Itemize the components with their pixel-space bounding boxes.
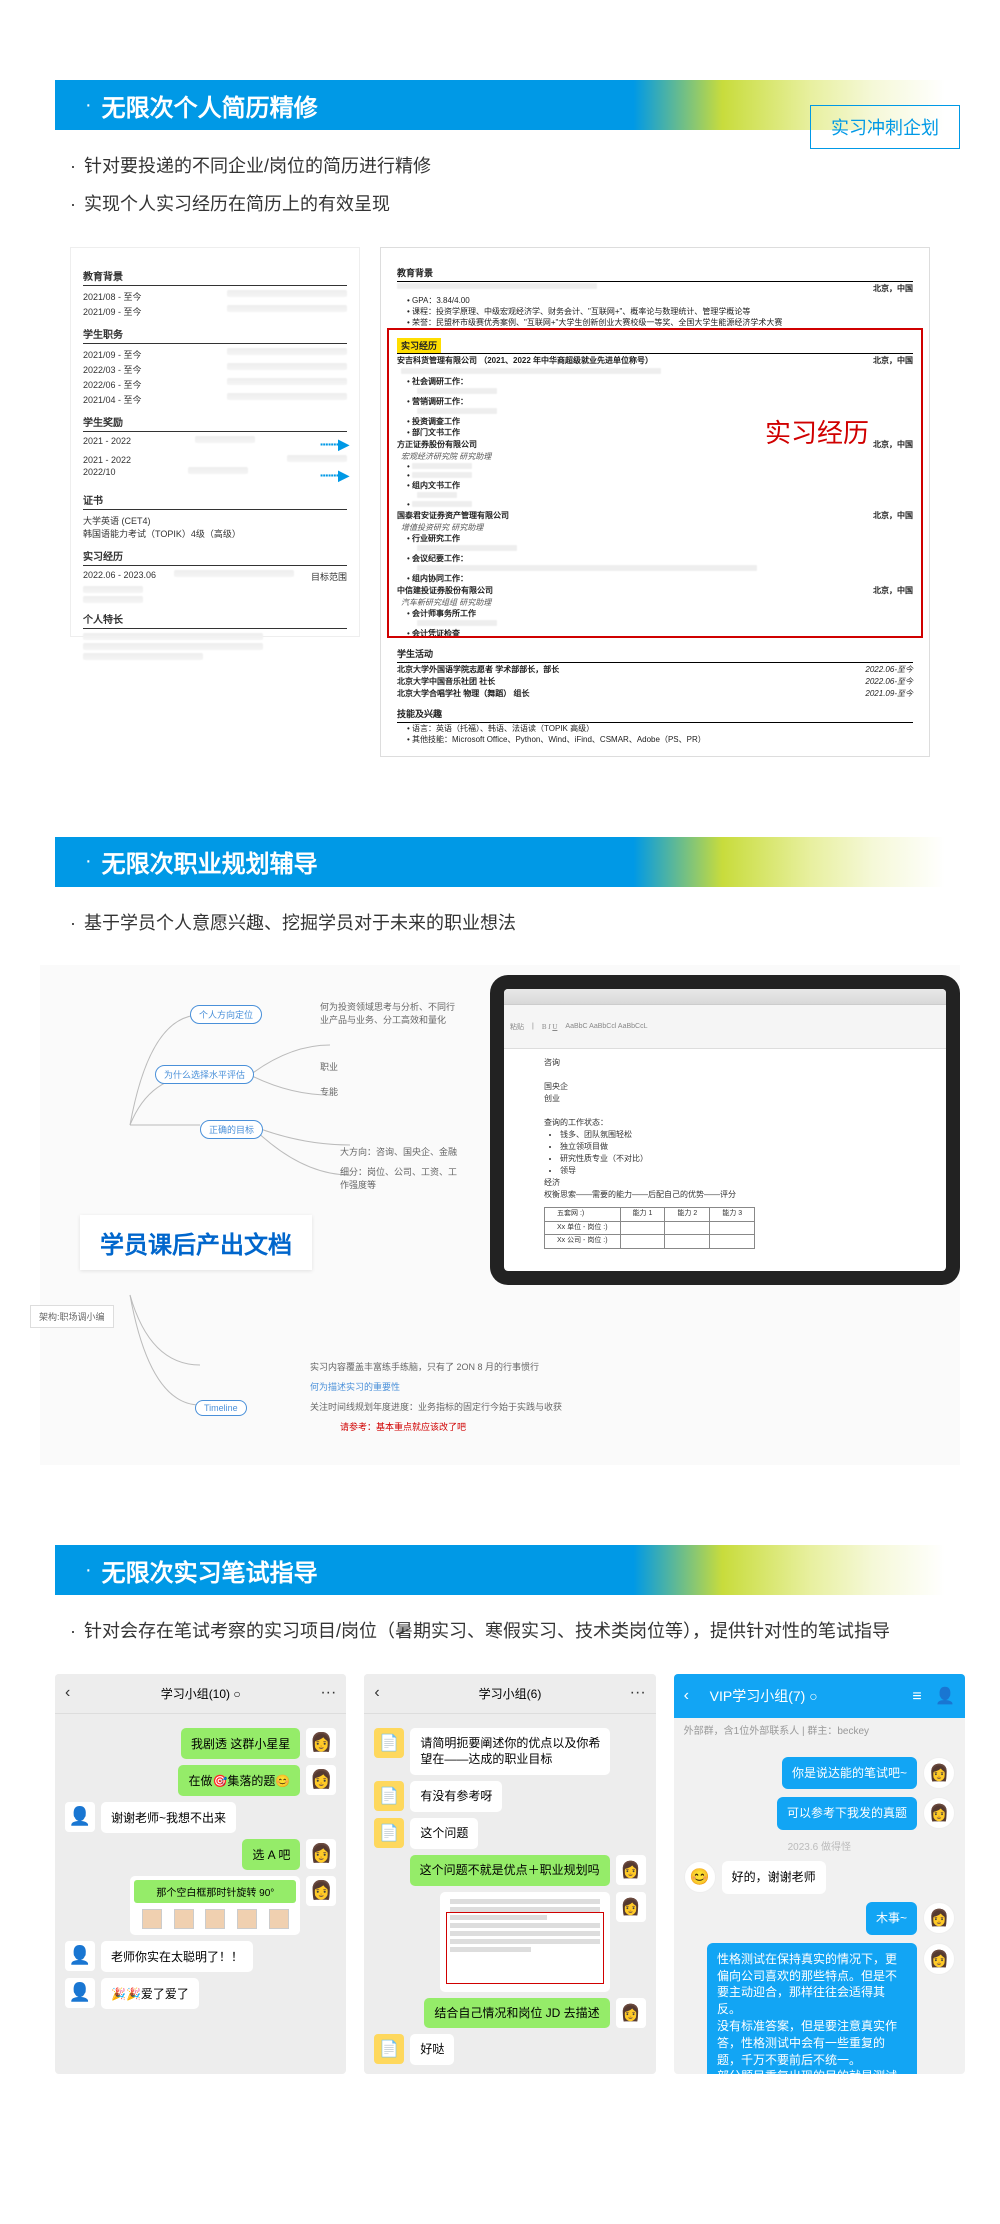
chat-screenshot-1: ‹ 学习小组(10) ○ ··· 👩我剧透 这群小星星 👩在做🎯集落的题😊 👤谢… — [55, 1674, 346, 2074]
small-tag: 架构:职场调小编 — [30, 1305, 114, 1328]
laptop-doc: 咨询 国央企 创业 查询的工作状态： 钱多、团队氛围轻松 独立领项目做 研究性质… — [504, 1049, 946, 1257]
bullet: ·针对要投递的不同企业/岗位的简历进行精修 — [70, 150, 930, 182]
section-title: 无限次个人简历精修 — [102, 88, 318, 123]
overlay-label: 学员课后产出文档 — [80, 1215, 312, 1270]
resume-mockup-right: 教育背景 北京，中国 • GPA：3.84/4.00 • 课程：投资学原理、中级… — [380, 247, 930, 757]
top-label: 实习冲刺企划 — [810, 105, 960, 149]
dot-icon: · — [85, 94, 92, 117]
arrow-icon: ·······▶ — [320, 467, 347, 484]
resume-mockup-left: 教育背景 2021/08 - 至今 2021/09 - 至今 学生职务 2021… — [70, 247, 360, 637]
dot-icon: · — [85, 850, 92, 873]
chat-screenshot-3: ‹ VIP学习小组(7) ○ ≡ 👤 外部群，含1位外部联系人 | 群主：bec… — [674, 1674, 965, 2074]
more-icon[interactable]: ··· — [320, 1684, 336, 1702]
chat-title: VIP学习小组(7) ○ — [710, 1686, 818, 1706]
chat-title: 学习小组(6) — [479, 1685, 542, 1702]
section-exam: · 无限次实习笔试指导 ·针对会存在笔试考察的实习项目/岗位（暑期实习、寒假实习… — [0, 1545, 1000, 2073]
bullet: ·实现个人实习经历在简历上的有效呈现 — [70, 188, 930, 220]
section-header: · 无限次职业规划辅导 — [55, 837, 945, 887]
chat-notice: 外部群，含1位外部联系人 | 群主：beckey — [674, 1718, 965, 1741]
section-title: 无限次实习笔试指导 — [102, 1553, 318, 1588]
arrow-icon: ·······▶ — [320, 436, 347, 453]
laptop-mockup: 粘贴|B I UAaBbC AaBbCcl AaBbCcL 咨询 国央企 创业 … — [490, 975, 960, 1285]
back-icon[interactable]: ‹ — [65, 1684, 70, 1702]
mindmap-area: 个人方向定位 为什么选择水平评估 正确的目标 Timeline 何为投资领域思考… — [40, 965, 960, 1465]
section-career: · 无限次职业规划辅导 ·基于学员个人意愿兴趣、挖掘学员对于未来的职业想法 — [0, 837, 1000, 1465]
back-icon[interactable]: ‹ — [374, 1684, 379, 1702]
section-title: 无限次职业规划辅导 — [102, 844, 318, 879]
chat-screenshot-2: ‹ 学习小组(6) ··· 📄请简明扼要阐述你的优点以及你希望在——达成的职业目… — [364, 1674, 655, 2074]
section-header: · 无限次实习笔试指导 — [55, 1545, 945, 1595]
more-icon[interactable]: ≡ 👤 — [912, 1686, 955, 1706]
chat-image: 那个空白框那时针旋转 90° — [130, 1876, 300, 1935]
bullet: ·基于学员个人意愿兴趣、挖掘学员对于未来的职业想法 — [70, 907, 930, 939]
section-resume: · 无限次个人简历精修 ·针对要投递的不同企业/岗位的简历进行精修 ·实现个人实… — [0, 80, 1000, 757]
more-icon[interactable]: ··· — [630, 1684, 646, 1702]
chat-title: 学习小组(10) ○ — [161, 1685, 241, 1702]
bullet: ·针对会存在笔试考察的实习项目/岗位（暑期实习、寒假实习、技术类岗位等），提供针… — [70, 1615, 930, 1647]
back-icon[interactable]: ‹ — [684, 1687, 689, 1705]
highlight-label: 实习经历 — [765, 413, 869, 450]
chat-image — [440, 1892, 610, 1992]
dot-icon: · — [85, 1559, 92, 1582]
